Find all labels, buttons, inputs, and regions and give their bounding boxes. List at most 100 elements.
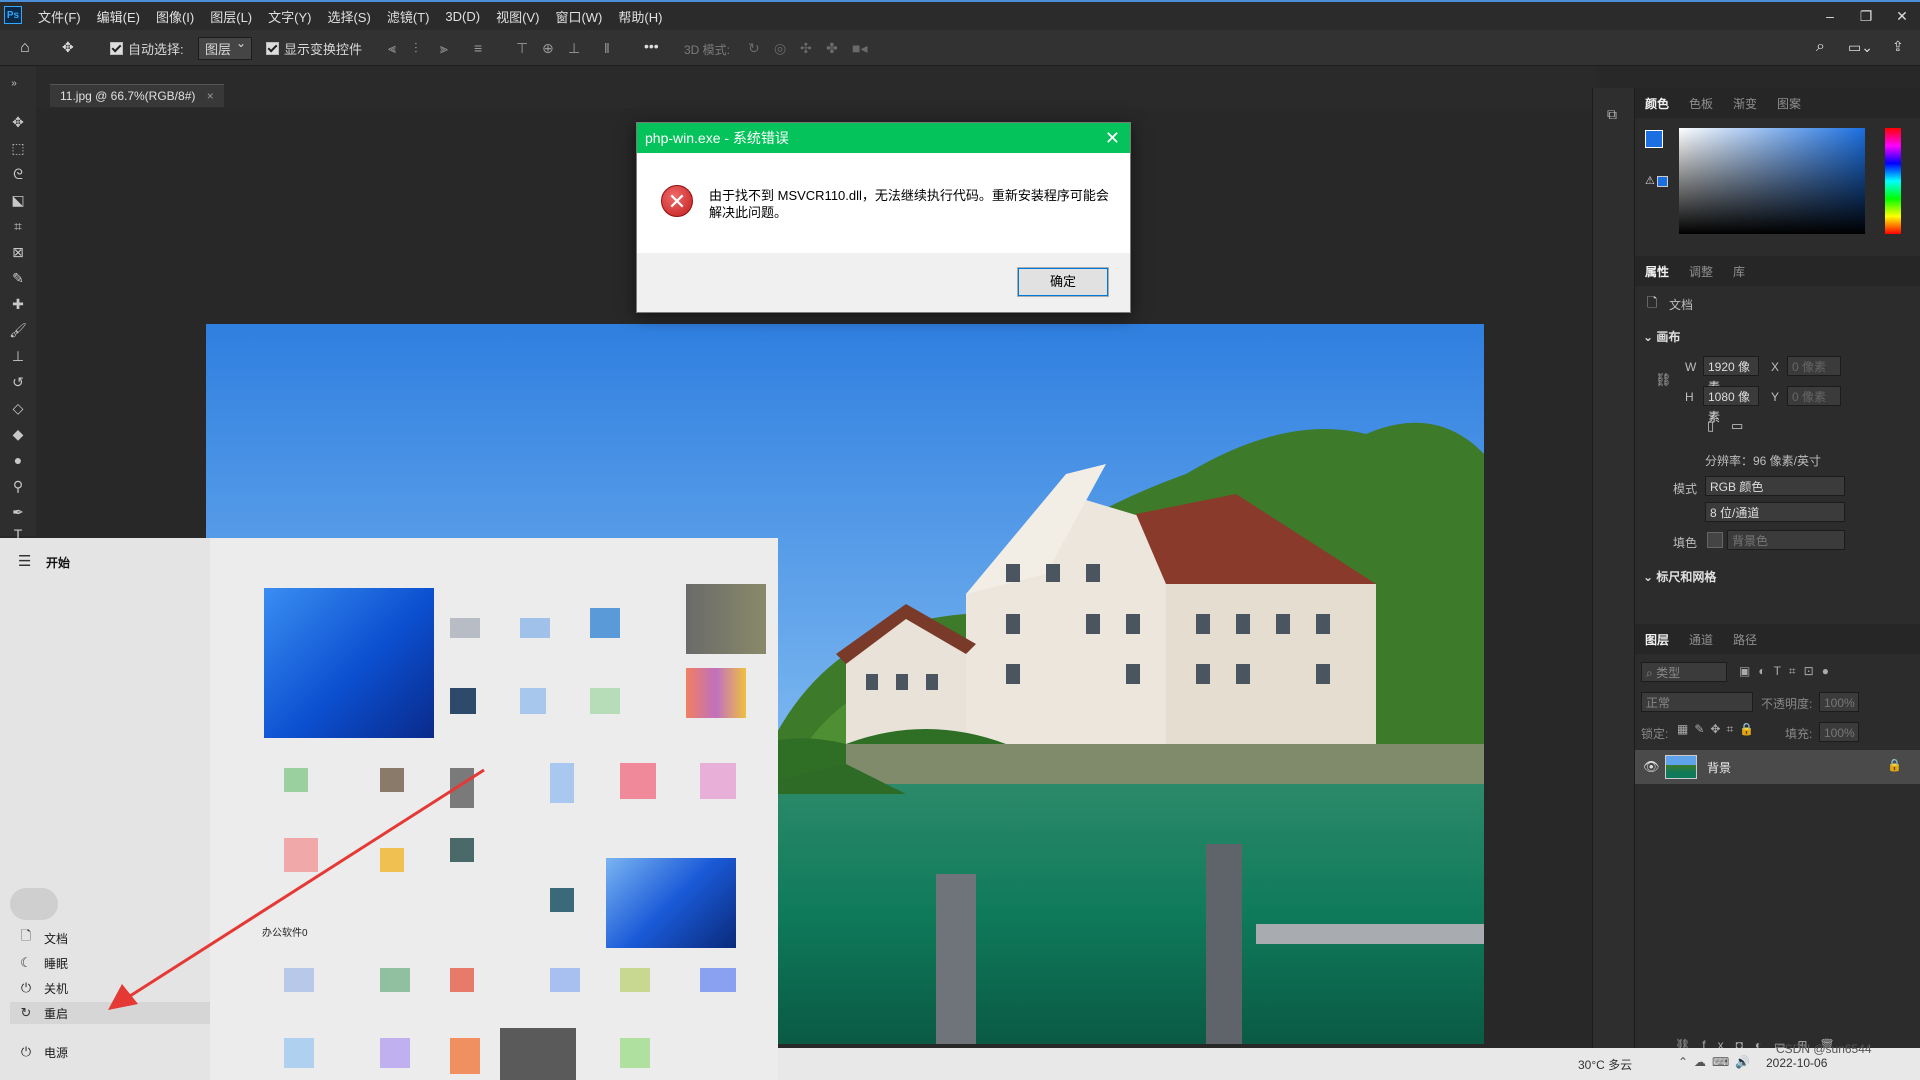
avatar[interactable] [10, 888, 58, 920]
tile-app[interactable] [284, 1038, 314, 1068]
tile-app[interactable] [686, 584, 766, 654]
layer-filter-search[interactable]: ⌕ 类型 [1641, 662, 1727, 682]
x-field[interactable]: 0 像素 [1787, 356, 1841, 376]
portrait-icon[interactable]: ▯ [1707, 418, 1714, 434]
tile-app[interactable] [620, 1038, 650, 1068]
close-icon[interactable]: ✕ [1105, 123, 1120, 153]
tile-app[interactable] [590, 608, 620, 638]
tile-app[interactable] [284, 838, 318, 872]
dodge-tool-icon[interactable]: ⚲ [8, 476, 28, 496]
object-select-tool-icon[interactable]: ⬕ [8, 190, 28, 210]
more-options-icon[interactable]: ••• [644, 38, 659, 54]
tile-app[interactable] [284, 768, 308, 792]
layer-row[interactable]: 👁 背景 🔒 [1635, 750, 1920, 784]
layer-filter-icons[interactable]: ▣◐T⌗⊡● [1739, 664, 1837, 679]
brush-tool-icon[interactable]: 🖌 [8, 320, 28, 340]
hue-slider[interactable] [1885, 128, 1901, 234]
height-field[interactable]: 1080 像素 [1703, 386, 1759, 424]
rulers-section-header[interactable]: ⌄ 标尺和网格 [1643, 568, 1716, 585]
tile-app[interactable] [550, 968, 580, 992]
eraser-tool-icon[interactable]: ◇ [8, 398, 28, 418]
tile-app[interactable] [450, 838, 474, 862]
fill-dropdown[interactable]: 背景色 [1727, 530, 1845, 550]
move-tool-icon[interactable]: ✥ [62, 39, 74, 56]
tab-color[interactable]: 颜色 [1635, 95, 1679, 112]
history-brush-tool-icon[interactable]: ↺ [8, 372, 28, 392]
lock-icon[interactable]: 🔒 [1887, 758, 1902, 772]
tab-layers[interactable]: 图层 [1635, 631, 1679, 648]
marquee-tool-icon[interactable]: ⬚ [8, 138, 28, 158]
align-left-icon[interactable]: ⫷ [388, 40, 396, 57]
tab-channels[interactable]: 通道 [1679, 631, 1723, 648]
start-item-shutdown[interactable]: ⏻ 关机 [18, 977, 68, 999]
menu-file[interactable]: 文件(F) [30, 7, 89, 26]
start-item-restart[interactable]: ↻ 重启 [10, 1002, 216, 1024]
menu-window[interactable]: 窗口(W) [547, 7, 610, 26]
tile-app[interactable] [450, 618, 480, 638]
tile-app[interactable] [380, 768, 404, 792]
tile-app[interactable] [620, 763, 656, 799]
menu-image[interactable]: 图像(I) [148, 7, 202, 26]
menu-select[interactable]: 选择(S) [319, 7, 378, 26]
close-tab-icon[interactable]: × [207, 89, 214, 103]
distribute-icon[interactable]: ≡ [474, 40, 482, 56]
tab-libraries[interactable]: 库 [1723, 263, 1755, 280]
workspace-icon[interactable]: ▭⌄ [1848, 39, 1873, 56]
pen-tool-icon[interactable]: ✒ [8, 502, 28, 522]
search-icon[interactable]: ⌕ [1816, 38, 1825, 56]
canvas-section-header[interactable]: ⌄ 画布 [1643, 328, 1680, 345]
paint-bucket-tool-icon[interactable]: ◆ [8, 424, 28, 444]
collapse-icon[interactable]: » [4, 74, 24, 94]
tile-app[interactable] [700, 968, 736, 992]
tile-app[interactable] [450, 688, 476, 714]
align-center-icon[interactable]: ⫶ [414, 40, 418, 57]
eyedropper-tool-icon[interactable]: ✎ [8, 268, 28, 288]
tile-app[interactable] [550, 888, 574, 912]
width-field[interactable]: 1920 像素 [1703, 356, 1759, 394]
y-field[interactable]: 0 像素 [1787, 386, 1841, 406]
tile-app[interactable] [450, 1038, 480, 1074]
tab-gradients[interactable]: 渐变 [1723, 95, 1767, 112]
menu-type[interactable]: 文字(Y) [260, 7, 319, 26]
tile-app[interactable] [284, 968, 314, 992]
tile-app[interactable] [520, 618, 550, 638]
align-top-icon[interactable]: ⊤ [516, 40, 528, 57]
start-item-sleep[interactable]: ☾ 睡眠 [18, 952, 68, 974]
tile-app[interactable] [550, 763, 574, 803]
tile-windows-wallpaper[interactable] [606, 858, 736, 948]
frame-tool-icon[interactable]: ⊠ [8, 242, 28, 262]
layer-name[interactable]: 背景 [1707, 759, 1731, 776]
bit-depth-dropdown[interactable]: 8 位/通道 [1705, 502, 1845, 522]
mode-dropdown[interactable]: RGB 颜色 [1705, 476, 1845, 496]
share-icon[interactable]: ⇪ [1892, 38, 1904, 55]
hamburger-icon[interactable]: ☰ [18, 552, 31, 570]
tile-app[interactable] [700, 763, 736, 799]
tab-paths[interactable]: 路径 [1723, 631, 1767, 648]
tile-app[interactable] [520, 688, 546, 714]
color-field[interactable] [1679, 128, 1865, 234]
menu-3d[interactable]: 3D(D) [437, 9, 488, 24]
minimize-icon[interactable]: – [1812, 2, 1848, 30]
close-icon[interactable]: ✕ [1884, 2, 1920, 30]
blur-tool-icon[interactable]: ● [8, 450, 28, 470]
tab-swatches[interactable]: 色板 [1679, 95, 1723, 112]
menu-filter[interactable]: 滤镜(T) [379, 7, 438, 26]
align-middle-icon[interactable]: ⊕ [542, 40, 554, 57]
tile-app[interactable] [620, 968, 650, 992]
auto-select-dropdown[interactable]: 图层 [198, 36, 253, 60]
eye-icon[interactable]: 👁 [1643, 759, 1660, 775]
tab-adjustments[interactable]: 调整 [1679, 263, 1723, 280]
auto-select-checkbox[interactable]: 自动选择: [110, 38, 184, 58]
move-tool-icon[interactable]: ✥ [8, 112, 28, 132]
foreground-color-swatch[interactable] [1645, 130, 1663, 148]
healing-brush-tool-icon[interactable]: ✚ [8, 294, 28, 314]
distribute-vertical-icon[interactable]: ‖ [604, 40, 610, 56]
menu-help[interactable]: 帮助(H) [610, 7, 670, 26]
home-icon[interactable]: ⌂ [20, 39, 30, 57]
blend-mode-dropdown[interactable]: 正常 [1641, 692, 1753, 712]
fill-swatch[interactable] [1707, 532, 1723, 548]
opacity-field[interactable]: 100% [1819, 692, 1859, 712]
tile-app[interactable] [500, 1028, 576, 1080]
tab-properties[interactable]: 属性 [1635, 263, 1679, 280]
tile-app[interactable] [380, 968, 410, 992]
